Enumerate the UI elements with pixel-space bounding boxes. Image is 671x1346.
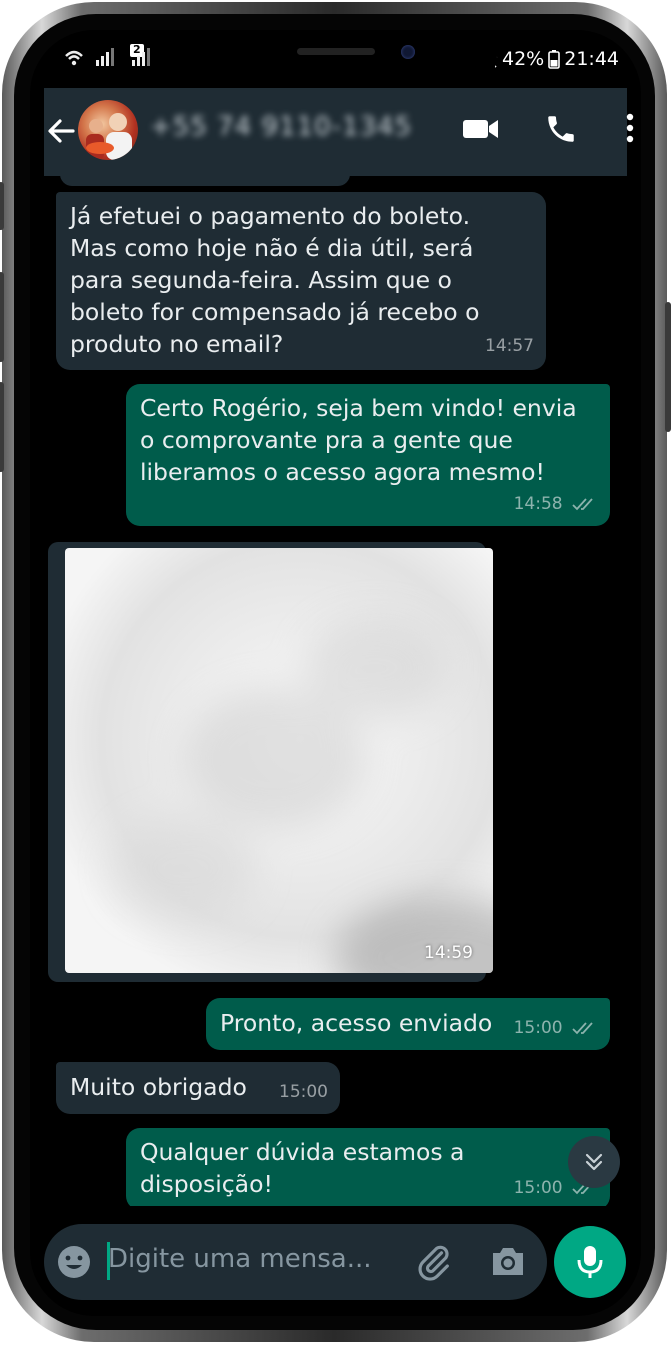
message-time: 15:00: [513, 1178, 563, 1198]
avatar[interactable]: [78, 100, 138, 160]
message-line: liberamos o acesso agora mesmo!: [140, 458, 545, 486]
status-right: 42% 21:44: [488, 48, 619, 70]
message-time: 15:00: [513, 1018, 563, 1038]
message-line: produto no email?: [70, 330, 284, 358]
message-meta: 14:58: [514, 488, 598, 520]
earpiece: [297, 48, 375, 55]
video-call-icon[interactable]: [462, 114, 500, 144]
battery-icon: [548, 50, 561, 69]
message-text: Certo Rogério, seja bem vindo! envia o c…: [140, 392, 577, 488]
clock: 21:44: [564, 48, 619, 70]
mic-button[interactable]: [554, 1226, 626, 1298]
message-meta: 15:00: [514, 1012, 598, 1044]
double-check-icon: [572, 1022, 593, 1035]
message-line: Já efetuei o pagamento do boleto.: [70, 202, 471, 230]
message-bubble-outgoing[interactable]: Pronto, acesso enviado 15:00: [206, 998, 610, 1050]
avatar-photo: [86, 113, 132, 160]
camera-icon[interactable]: [490, 1244, 526, 1278]
double-check-icon: [572, 498, 593, 511]
phone-screen: 2 42% 21:44 +55 74 9110-1345 Já efetuei …: [30, 30, 641, 1316]
scroll-down-button[interactable]: [568, 1136, 620, 1188]
message-bubble-outgoing[interactable]: Certo Rogério, seja bem vindo! envia o c…: [126, 384, 610, 526]
message-text: Já efetuei o pagamento do boleto. Mas co…: [70, 200, 480, 360]
message-line: Certo Rogério, seja bem vindo! envia: [140, 394, 577, 422]
phone-side-button: [0, 182, 4, 230]
signal-wifi-icons: [65, 44, 150, 66]
message-input[interactable]: Digite uma mensa...: [108, 1244, 372, 1274]
message-line: para segunda-feira. Assim que o: [70, 266, 452, 294]
message-bubble-outgoing[interactable]: Qualquer dúvida estamos a disposição! 15…: [126, 1128, 610, 1206]
message-time: 14:58: [513, 494, 563, 514]
notch: [175, 30, 497, 86]
scroll-down-icon: [585, 1153, 603, 1171]
message-line: boleto for compensado já recebo o: [70, 298, 480, 326]
message-text: Pronto, acesso enviado: [220, 1009, 493, 1037]
status-left-icons: 2: [62, 43, 182, 75]
message-line: disposição!: [140, 1170, 273, 1198]
mic-icon: [577, 1246, 603, 1278]
phone-side-button: [0, 382, 4, 472]
front-camera: [401, 45, 415, 59]
phone-side-button: [665, 302, 671, 432]
message-time: 14:59: [424, 943, 473, 963]
blurred-image-content: [115, 618, 493, 973]
message-line: Mas como hoje não é dia útil, será: [70, 234, 474, 262]
contact-name[interactable]: +55 74 9110-1345: [150, 112, 412, 142]
image-message[interactable]: 14:59: [48, 542, 493, 982]
message-list[interactable]: Já efetuei o pagamento do boleto. Mas co…: [30, 176, 641, 1206]
message-line: Qualquer dúvida estamos a: [140, 1138, 465, 1166]
message-text: Qualquer dúvida estamos a disposição!: [140, 1136, 464, 1200]
sim-badge: 2: [133, 43, 141, 56]
message-composer[interactable]: Digite uma mensa...: [44, 1224, 547, 1300]
emoji-icon[interactable]: [56, 1244, 92, 1280]
attach-icon[interactable]: [414, 1242, 454, 1282]
voice-call-icon[interactable]: [544, 112, 578, 146]
message-bubble-incoming[interactable]: Já efetuei o pagamento do boleto. Mas co…: [56, 192, 546, 370]
message-line: o comprovante pra a gente que: [140, 426, 513, 454]
message-time: 14:57: [485, 336, 534, 356]
message-text: Muito obrigado: [70, 1073, 247, 1101]
phone-side-button: [0, 272, 4, 362]
more-options-icon[interactable]: [626, 112, 634, 144]
status-bar: 2 42% 21:44: [30, 30, 641, 88]
image-thumbnail[interactable]: 14:59: [65, 548, 493, 973]
back-arrow-icon[interactable]: [46, 114, 76, 148]
message-bubble-incoming[interactable]: Muito obrigado 15:00: [56, 1062, 340, 1114]
chat-header: +55 74 9110-1345: [44, 88, 634, 176]
message-time: 15:00: [279, 1082, 328, 1102]
battery-percent: 42%: [502, 48, 545, 70]
previous-message-edge: [60, 176, 350, 186]
